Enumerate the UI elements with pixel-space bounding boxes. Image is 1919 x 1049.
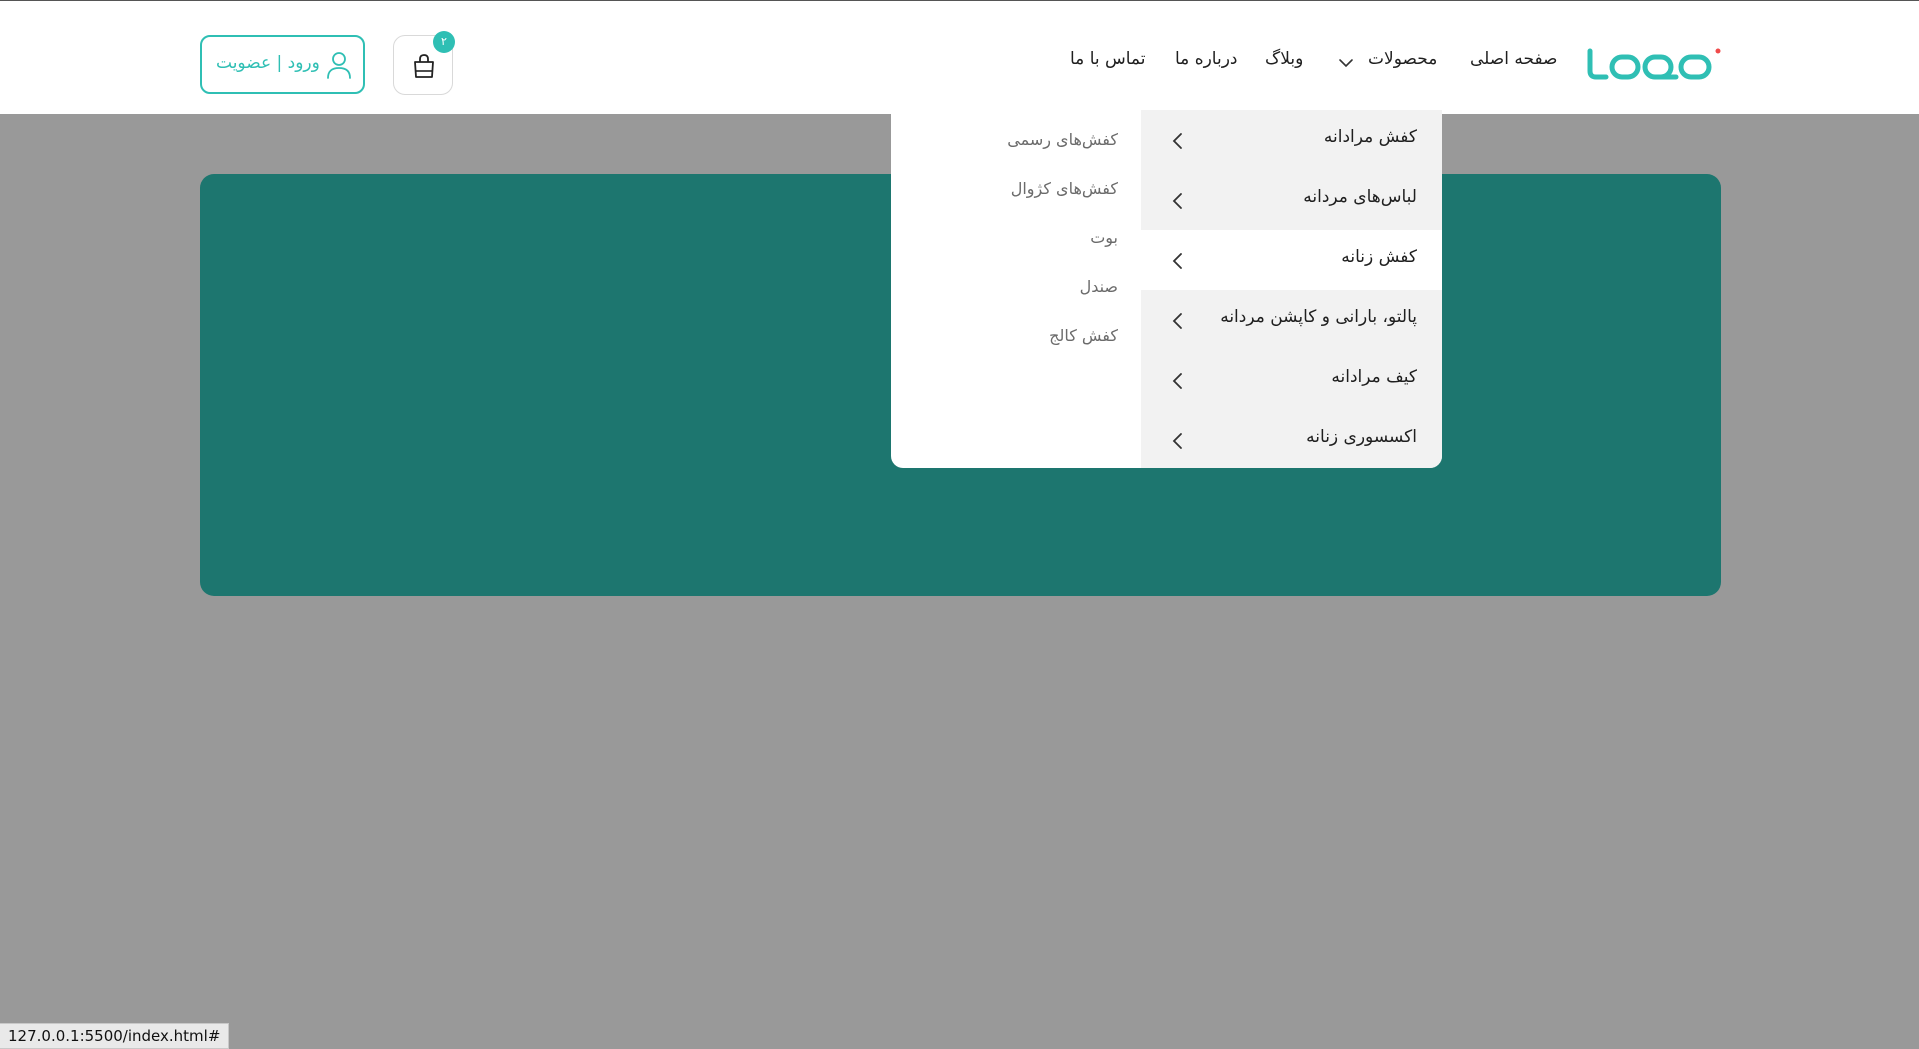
category-item[interactable]: اکسسوری زنانه [1141, 410, 1442, 468]
category-label: پالتو، بارانی و کاپشن مردانه [1220, 307, 1417, 327]
login-button[interactable]: ورود | عضویت [200, 35, 365, 94]
chevron-left-icon [1172, 133, 1182, 149]
chevron-left-icon [1172, 373, 1182, 389]
logo-icon[interactable] [1586, 45, 1722, 81]
chevron-left-icon [1172, 313, 1182, 329]
chevron-left-icon [1172, 253, 1182, 269]
chevron-left-icon [1172, 433, 1182, 449]
category-label: کیف مرادانه [1331, 367, 1417, 387]
category-label: کفش زنانه [1341, 247, 1417, 267]
products-mega-menu: کفش مرادانه لباس‌های مردانه کفش زنانه پا… [891, 110, 1442, 468]
nav-home[interactable]: صفحه اصلی [1470, 49, 1557, 75]
category-item-active[interactable]: کفش زنانه [1141, 230, 1442, 290]
site-header: صفحه اصلی محصولات وبلاگ درباره ما تماس ب… [0, 0, 1919, 114]
category-item[interactable]: لباس‌های مردانه [1141, 170, 1442, 230]
chevron-down-icon[interactable] [1338, 57, 1354, 69]
category-item[interactable]: کیف مرادانه [1141, 350, 1442, 410]
subcategory-link[interactable]: کفش کالج [1049, 326, 1118, 345]
category-item[interactable]: پالتو، بارانی و کاپشن مردانه [1141, 290, 1442, 350]
nav-about[interactable]: درباره ما [1175, 49, 1238, 75]
subcategory-link[interactable]: کفش‌های کژوال [1011, 179, 1118, 198]
subcategory-link[interactable]: صندل [1080, 277, 1118, 296]
subcategory-link[interactable]: کفش‌های رسمی [1007, 130, 1118, 149]
category-label: اکسسوری زنانه [1306, 427, 1417, 447]
status-bar-url: 127.0.0.1:5500/index.html# [0, 1023, 230, 1049]
category-list: کفش مرادانه لباس‌های مردانه کفش زنانه پا… [1141, 110, 1442, 468]
chevron-left-icon [1172, 193, 1182, 209]
category-label: کفش مرادانه [1323, 127, 1417, 147]
login-label: ورود | عضویت [216, 53, 320, 73]
user-icon [327, 52, 351, 79]
category-label: لباس‌های مردانه [1303, 187, 1417, 207]
nav-blog[interactable]: وبلاگ [1265, 49, 1303, 75]
nav-products[interactable]: محصولات [1368, 49, 1437, 75]
subcategory-link[interactable]: بوت [1090, 228, 1118, 247]
category-item[interactable]: کفش مرادانه [1141, 110, 1442, 170]
shopping-bag-icon [414, 54, 434, 78]
nav-contact[interactable]: تماس با ما [1070, 49, 1146, 75]
cart-count-badge: ۲ [433, 31, 455, 53]
